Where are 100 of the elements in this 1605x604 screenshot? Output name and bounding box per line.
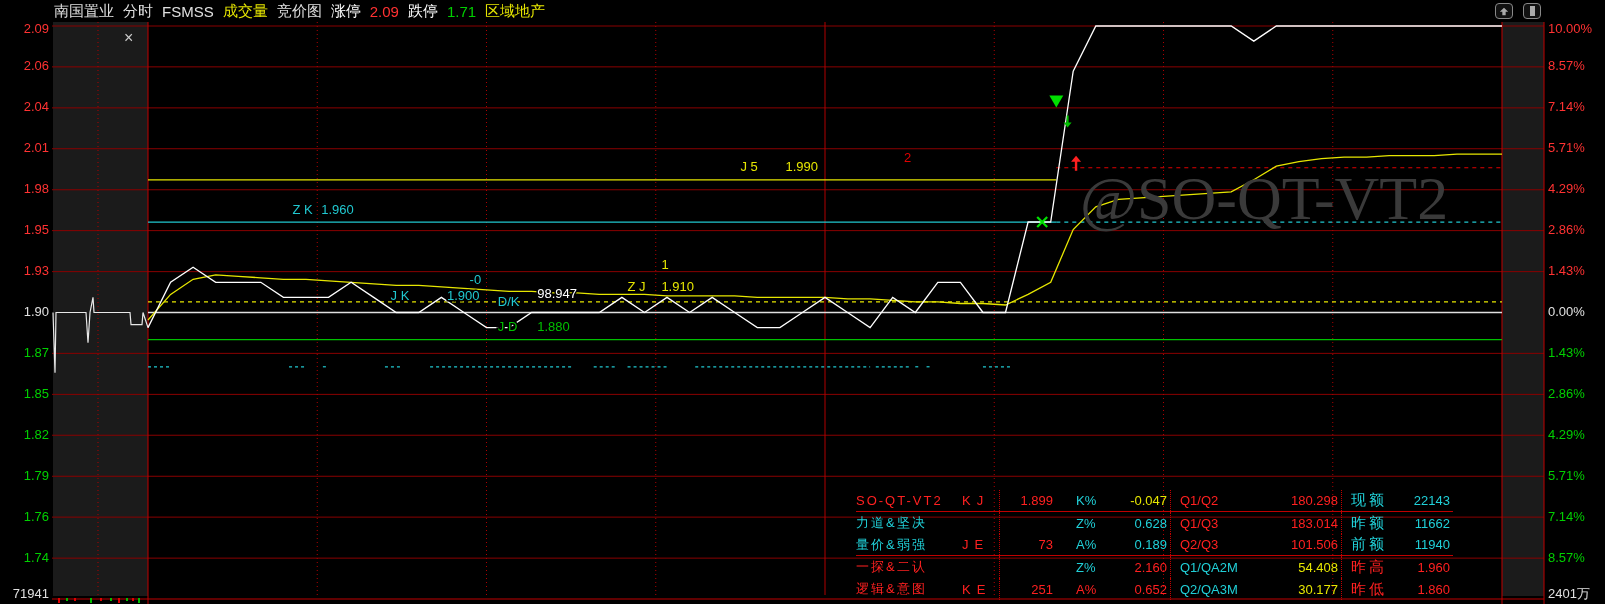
table-cell: KE — [962, 581, 992, 597]
header-label: 南国置业 — [54, 1, 114, 21]
indicator-label: J 5 — [740, 158, 758, 174]
percent-axis-label: 2.86% — [1548, 222, 1585, 238]
header-label: 涨停 — [330, 1, 361, 21]
price-axis-label: 2.01 — [23, 140, 49, 156]
table-cell: 0.652 — [1134, 581, 1167, 597]
price-axis-label: 1.93 — [23, 263, 49, 279]
percent-axis-label: 8.57% — [1548, 58, 1585, 74]
table-cell: 54.408 — [1298, 559, 1338, 575]
table-cell: JE — [962, 537, 990, 552]
header-label: 跌停 — [407, 1, 438, 21]
down-triangle-icon — [1049, 95, 1064, 108]
table-cell: 73 — [1038, 537, 1053, 552]
indicator-label: -0 — [469, 271, 482, 287]
cross-mark-icon — [1036, 215, 1049, 229]
table-cell: 昨额 — [1351, 513, 1387, 533]
percent-axis-label: 4.29% — [1548, 181, 1585, 197]
table-cell: 0.189 — [1134, 537, 1167, 552]
table-cell: 2.160 — [1134, 559, 1167, 575]
down-arrow-icon — [1063, 115, 1072, 128]
table-cell: -0.047 — [1130, 493, 1167, 508]
percent-axis-label: 5.71% — [1548, 140, 1585, 156]
table-cell: 昨高 — [1351, 557, 1387, 577]
table-cell: KJ — [962, 493, 990, 508]
percent-axis-label: 1.43% — [1548, 263, 1585, 279]
price-axis-label: 1.90 — [23, 303, 49, 319]
table-cell: 0.628 — [1134, 515, 1167, 531]
price-axis-label: 1.79 — [23, 467, 49, 483]
table-cell: 前额 — [1351, 535, 1387, 554]
price-axis-label: 1.87 — [23, 344, 49, 360]
price-axis-label: 1.95 — [23, 222, 49, 238]
indicator-label: Z J — [627, 279, 646, 295]
table-cell: Q2/Q3 — [1180, 537, 1219, 552]
table-cell: Z% — [1076, 559, 1096, 575]
table-cell: Q2/QA3M — [1180, 581, 1238, 597]
header-label: 竞价图 — [276, 1, 322, 21]
header-label: 1.71 — [446, 2, 477, 20]
close-button[interactable]: × — [124, 30, 134, 46]
indicator-label: 2 — [904, 149, 912, 165]
indicator-label: 1.900 — [447, 287, 480, 303]
volume-axis-label: 71941 — [12, 586, 49, 602]
panel-toggle-button[interactable] — [1523, 3, 1541, 19]
header-label: 2.09 — [369, 2, 399, 20]
price-axis-label: 1.82 — [23, 426, 49, 442]
table-cell: 11662 — [1414, 515, 1450, 531]
percent-axis-label: 7.14% — [1548, 508, 1585, 524]
indicator-label: 1.960 — [321, 202, 354, 218]
header-label: 区域地产 — [485, 1, 546, 21]
up-arrow-icon — [1499, 6, 1509, 16]
percent-axis-label: 5.71% — [1548, 467, 1585, 483]
table-cell: 逻辑&意图 — [856, 580, 927, 598]
table-cell: SO-QT-VT2 — [856, 493, 943, 508]
table-cell: Q1/QA2M — [1180, 559, 1238, 575]
indicator-label: 1.990 — [785, 158, 819, 174]
scroll-up-button[interactable] — [1495, 3, 1513, 19]
table-cell: 183.014 — [1291, 515, 1338, 531]
table-cell: 量价&弱强 — [856, 535, 927, 554]
percent-axis-label: 8.57% — [1548, 549, 1585, 565]
indicator-label: 1 — [661, 256, 669, 272]
percent-axis-label: 2.86% — [1548, 385, 1585, 401]
table-cell: 1.899 — [1020, 493, 1053, 508]
table-cell: 30.177 — [1298, 581, 1338, 597]
panel-icon — [1529, 6, 1535, 16]
table-cell: 22143 — [1413, 493, 1450, 508]
price-axis-label: 1.76 — [23, 508, 49, 524]
indicator-label: D/K — [497, 294, 520, 310]
price-axis-label: 1.98 — [23, 181, 49, 197]
percent-axis-label: 0.00% — [1548, 303, 1585, 319]
table-cell: Z% — [1076, 515, 1096, 531]
table-cell: Q1/Q3 — [1180, 515, 1219, 531]
up-arrow-icon — [1071, 155, 1082, 171]
indicator-label: J K — [390, 287, 410, 303]
table-cell: 现额 — [1351, 491, 1387, 510]
volume-axis-label: 2401万 — [1548, 586, 1590, 602]
percent-axis-label: 10.00% — [1548, 22, 1593, 37]
table-cell: 昨低 — [1351, 579, 1387, 599]
table-cell: 11940 — [1414, 537, 1450, 552]
table-cell: 1.860 — [1417, 581, 1450, 597]
table-cell: K% — [1076, 493, 1097, 508]
table-cell: 力道&坚决 — [856, 514, 927, 532]
indicator-label: 1.880 — [537, 318, 570, 334]
table-cell: 一探&二认 — [856, 558, 927, 576]
table-cell: A% — [1076, 537, 1097, 552]
table-cell: 101.506 — [1291, 537, 1338, 552]
table-cell: Q1/Q2 — [1180, 493, 1219, 508]
price-axis-label: 1.85 — [23, 385, 49, 401]
price-axis-label: 2.09 — [23, 22, 49, 37]
table-cell: A% — [1076, 581, 1097, 597]
percent-axis-label: 7.14% — [1548, 99, 1585, 115]
price-axis-label: 2.04 — [23, 99, 49, 115]
table-cell: 1.960 — [1417, 559, 1450, 575]
percent-axis-label: 1.43% — [1548, 344, 1585, 360]
header-label: 分时 — [123, 1, 153, 21]
price-axis-label: 1.74 — [23, 549, 49, 565]
indicator-label: Z K — [292, 202, 313, 218]
table-cell: 180.298 — [1291, 493, 1338, 508]
price-axis-label: 2.06 — [23, 58, 49, 74]
indicator-label: 1.910 — [661, 279, 694, 295]
header-label: FSMSS — [162, 2, 214, 20]
